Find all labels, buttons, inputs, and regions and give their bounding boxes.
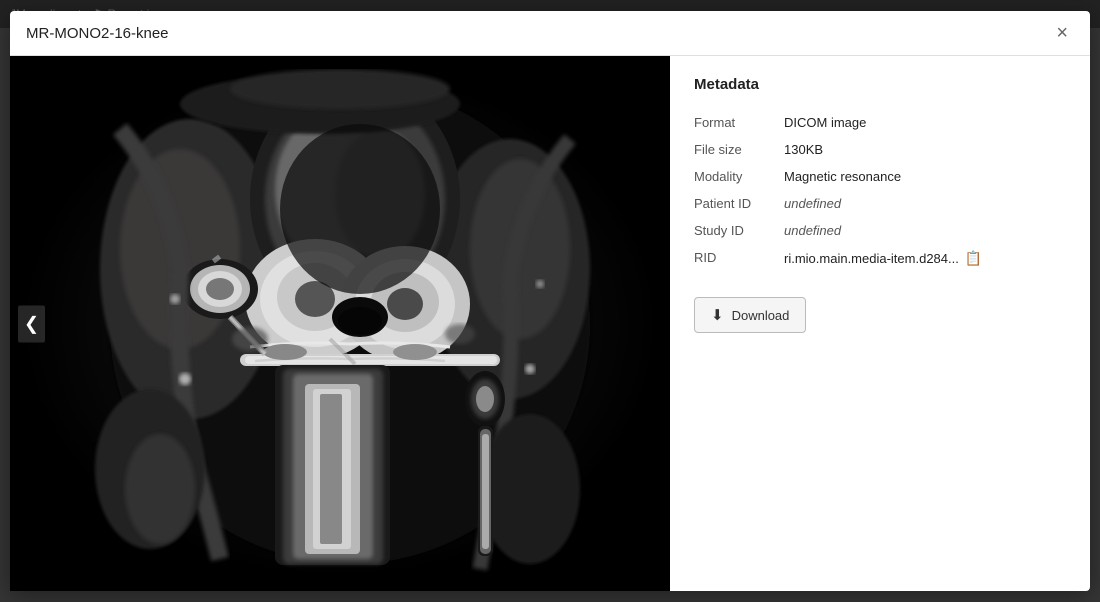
filesize-key: File size xyxy=(694,136,784,163)
mri-image xyxy=(20,69,660,579)
rid-text: ri.mio.main.media-item.d284... xyxy=(784,251,959,266)
rid-key: RID xyxy=(694,244,784,273)
studyid-value: undefined xyxy=(784,217,1066,244)
modality-key: Modality xyxy=(694,163,784,190)
close-button[interactable]: × xyxy=(1050,21,1074,45)
modal-body: ❮ xyxy=(10,56,1090,591)
patientid-value: undefined xyxy=(784,190,1066,217)
metadata-heading: Metadata xyxy=(694,76,1066,93)
studyid-key: Study ID xyxy=(694,217,784,244)
table-row: Patient ID undefined xyxy=(694,190,1066,217)
image-panel: ❮ xyxy=(10,56,670,591)
table-row: Format DICOM image xyxy=(694,109,1066,136)
patientid-key: Patient ID xyxy=(694,190,784,217)
table-row: File size 130KB xyxy=(694,136,1066,163)
format-key: Format xyxy=(694,109,784,136)
download-label: Download xyxy=(732,308,790,323)
modal-header: MR-MONO2-16-knee × xyxy=(10,11,1090,56)
rid-value: ri.mio.main.media-item.d284... 📋 xyxy=(784,244,1066,273)
copy-icon[interactable]: 📋 xyxy=(965,250,982,267)
table-row: Study ID undefined xyxy=(694,217,1066,244)
metadata-panel: Metadata Format DICOM image File size 13… xyxy=(670,56,1090,591)
format-value: DICOM image xyxy=(784,109,1066,136)
metadata-table: Format DICOM image File size 130KB Modal… xyxy=(694,109,1066,273)
download-icon: ⬇ xyxy=(711,306,724,324)
table-row: RID ri.mio.main.media-item.d284... 📋 xyxy=(694,244,1066,273)
filesize-value: 130KB xyxy=(784,136,1066,163)
table-row: Modality Magnetic resonance xyxy=(694,163,1066,190)
download-button[interactable]: ⬇ Download xyxy=(694,297,806,333)
modal-title: MR-MONO2-16-knee xyxy=(26,25,169,42)
modality-value: Magnetic resonance xyxy=(784,163,1066,190)
media-modal: MR-MONO2-16-knee × ❮ xyxy=(10,11,1090,591)
prev-nav-button[interactable]: ❮ xyxy=(18,305,45,342)
